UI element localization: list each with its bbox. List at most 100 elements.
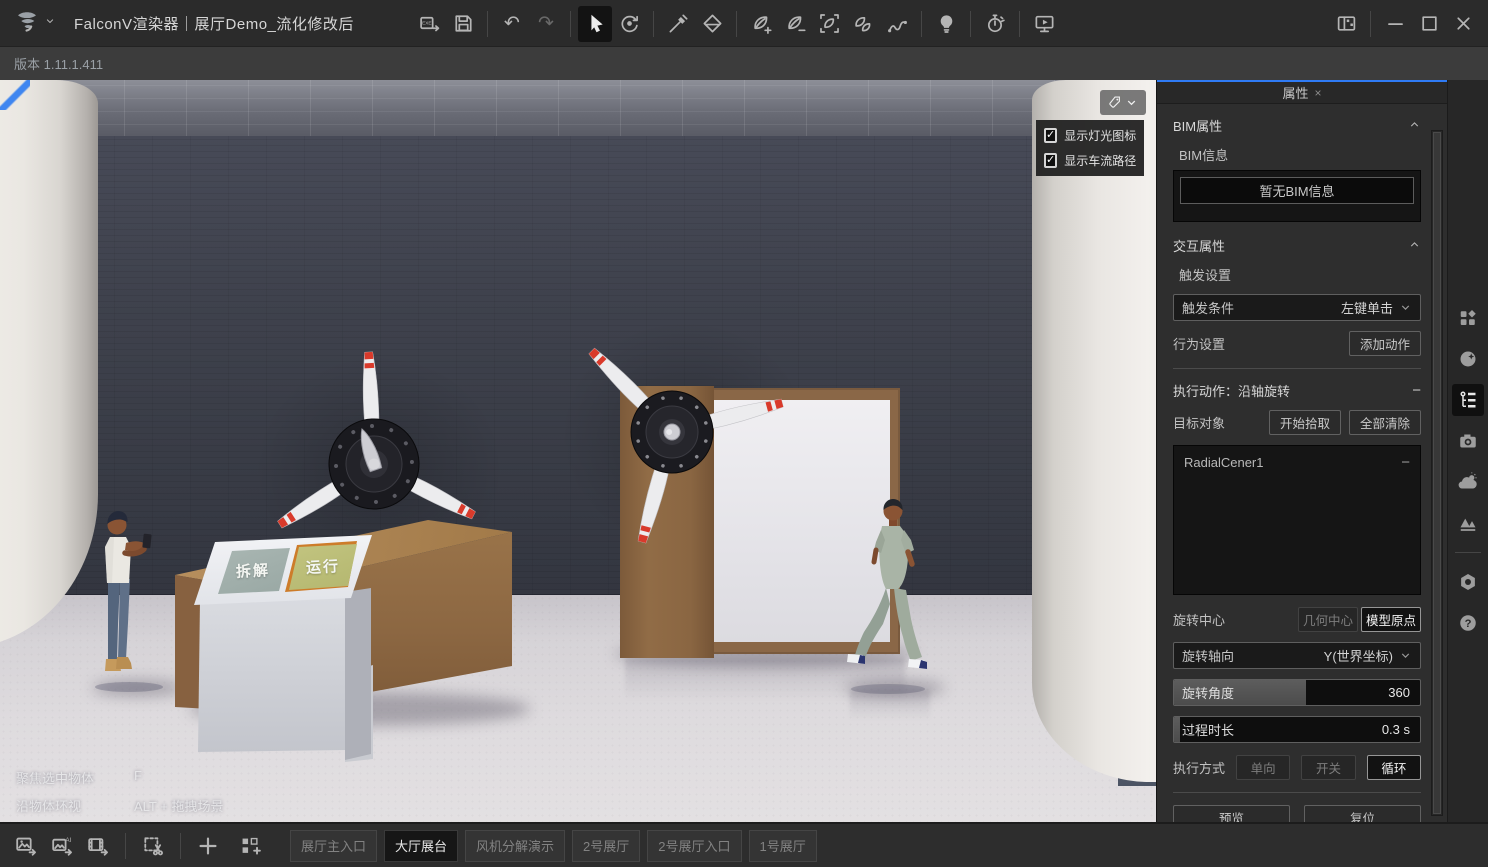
target-item[interactable]: RadialCener1 − (1184, 454, 1410, 471)
orbit-tool-button[interactable] (612, 6, 646, 42)
propeller-left[interactable] (232, 322, 516, 606)
weather-button[interactable] (1452, 466, 1484, 498)
svg-text:AI: AI (65, 837, 71, 844)
action-title: 执行动作：沿轴旋转 (1173, 381, 1290, 400)
tag-menu-label: 显示车流路径 (1064, 152, 1136, 169)
view-button[interactable]: 展厅主入口 (290, 830, 377, 862)
version-label: 版本 1.11.1.411 (14, 54, 103, 73)
view-button-group: 展厅主入口大厅展台风机分解演示2号展厅2号展厅入口1号展厅 (290, 830, 817, 862)
close-button[interactable] (1446, 6, 1480, 42)
collapse-icon[interactable] (1408, 238, 1421, 254)
bim-section-header[interactable]: BIM属性 (1173, 116, 1421, 135)
preview-button[interactable]: 预览 (1173, 805, 1290, 822)
video-export-button[interactable] (80, 829, 116, 863)
column-right[interactable] (1032, 80, 1156, 782)
interaction-section-header[interactable]: 交互属性 (1173, 236, 1421, 255)
collapse-icon[interactable] (1408, 118, 1421, 134)
path-curve-button[interactable] (880, 6, 914, 42)
tag-menu-label: 显示灯光图标 (1064, 127, 1136, 144)
exe-export-button[interactable]: EXE (412, 6, 446, 42)
kiosk-body[interactable] (198, 592, 345, 752)
viewpoint-add-button[interactable] (232, 829, 268, 863)
checkbox[interactable]: ✓ (1044, 128, 1057, 143)
mode-single-button[interactable]: 单向 (1236, 755, 1290, 780)
behavior-settings-label: 行为设置 (1173, 334, 1225, 353)
tag-menu-item[interactable]: ✓ 显示灯光图标 (1044, 125, 1136, 146)
center-origin-button[interactable]: 模型原点 (1361, 607, 1421, 632)
select-tool-button[interactable] (578, 6, 612, 42)
paint-bucket-tool-button[interactable] (695, 6, 729, 42)
tag-menu-item[interactable]: ✓ 显示车流路径 (1044, 150, 1136, 171)
tab-close-icon[interactable]: × (1315, 86, 1322, 100)
terrain-button[interactable] (1452, 507, 1484, 539)
save-button[interactable] (446, 6, 480, 42)
clear-all-button[interactable]: 全部清除 (1349, 410, 1421, 435)
undo-button[interactable]: ↶ (495, 6, 529, 42)
outline-tree-button[interactable] (1452, 384, 1484, 416)
view-button[interactable]: 1号展厅 (749, 830, 817, 862)
add-button[interactable] (190, 829, 226, 863)
mode-label: 执行方式 (1173, 758, 1225, 777)
select-cursor-icon (585, 13, 606, 34)
maximize-button[interactable] (1412, 6, 1446, 42)
remove-target-button[interactable]: − (1401, 454, 1410, 471)
duration-value: 0.3 s (1382, 722, 1410, 737)
tag-display-button[interactable] (1100, 90, 1146, 115)
app-menu[interactable] (14, 8, 56, 39)
components-button[interactable] (1452, 302, 1484, 334)
properties-panel: 属性 × BIM属性 BIM信息 暂无BIM信息 交互属性 触发设置 (1156, 80, 1447, 822)
mode-toggle-button[interactable]: 开关 (1301, 755, 1355, 780)
reset-button[interactable]: 复位 (1304, 805, 1421, 822)
add-action-button[interactable]: 添加动作 (1349, 331, 1421, 356)
bottom-bar: AI 展厅主入口大厅展台风机分解演示2号展厅2号展厅入口1号展厅 (0, 822, 1488, 867)
crop-cut-button[interactable] (135, 829, 171, 863)
vegetation-remove-button[interactable] (778, 6, 812, 42)
view-button[interactable]: 大厅展台 (384, 830, 458, 862)
person-photographer[interactable] (84, 503, 174, 693)
angle-value: 360 (1388, 685, 1410, 700)
svg-text:EXE: EXE (422, 21, 431, 27)
view-button[interactable]: 2号展厅 (572, 830, 640, 862)
center-geometry-button[interactable]: 几何中心 (1298, 607, 1358, 632)
axis-dropdown[interactable]: 旋转轴向 Y(世界坐标) (1173, 642, 1421, 669)
vegetation-select-button[interactable] (812, 6, 846, 42)
angle-input[interactable]: 旋转角度 360 (1173, 679, 1421, 706)
axis-value: Y(世界坐标) (1324, 646, 1393, 665)
pick-start-button[interactable]: 开始拾取 (1269, 410, 1341, 435)
person-walker[interactable] (838, 496, 938, 696)
light-tool-button[interactable] (929, 6, 963, 42)
duration-input[interactable]: 过程时长 0.3 s (1173, 716, 1421, 743)
redo-button[interactable]: ↷ (529, 6, 563, 42)
viewport-3d[interactable]: 拆解 运行 (0, 80, 1156, 822)
trigger-condition-dropdown[interactable]: 触发条件 左键单击 (1173, 294, 1421, 321)
image-export-button[interactable] (8, 829, 44, 863)
layout-grid-button[interactable] (1329, 6, 1363, 42)
panel-scrollbar[interactable] (1431, 130, 1443, 816)
settings-button[interactable] (1452, 566, 1484, 598)
hint: 沿物体环视ALT + 拖拽场景 (16, 796, 223, 815)
panel-tab-title: 属性 (1282, 83, 1308, 102)
presentation-button[interactable] (1027, 6, 1061, 42)
eyedropper-tool-button[interactable] (661, 6, 695, 42)
target-name: RadialCener1 (1184, 455, 1264, 470)
image-ai-export-button[interactable]: AI (44, 829, 80, 863)
chevron-down-icon (1399, 301, 1412, 314)
checkbox[interactable]: ✓ (1044, 153, 1057, 168)
mode-loop-button[interactable]: 循环 (1367, 755, 1421, 780)
help-button[interactable]: ? (1452, 607, 1484, 639)
timer-animation-button[interactable] (978, 6, 1012, 42)
panel-tab[interactable]: 属性 × (1157, 82, 1447, 104)
bim-info-box: 暂无BIM信息 (1173, 170, 1421, 222)
window-controls (1329, 0, 1480, 47)
material-sphere-button[interactable] (1452, 343, 1484, 375)
undo-icon: ↶ (504, 14, 520, 33)
hint-overlay: 聚焦选中物体F沿物体环视ALT + 拖拽场景 (16, 768, 223, 815)
minimize-button[interactable] (1378, 6, 1412, 42)
vegetation-brush-button[interactable] (846, 6, 880, 42)
view-button[interactable]: 2号展厅入口 (647, 830, 741, 862)
vegetation-add-button[interactable] (744, 6, 778, 42)
view-button[interactable]: 风机分解演示 (465, 830, 565, 862)
camera-button[interactable] (1452, 425, 1484, 457)
collapse-action-button[interactable]: − (1412, 382, 1421, 399)
app-window: FalconV渲染器｜展厅Demo_流化修改后 EXE ↶ ↷ (0, 0, 1488, 867)
